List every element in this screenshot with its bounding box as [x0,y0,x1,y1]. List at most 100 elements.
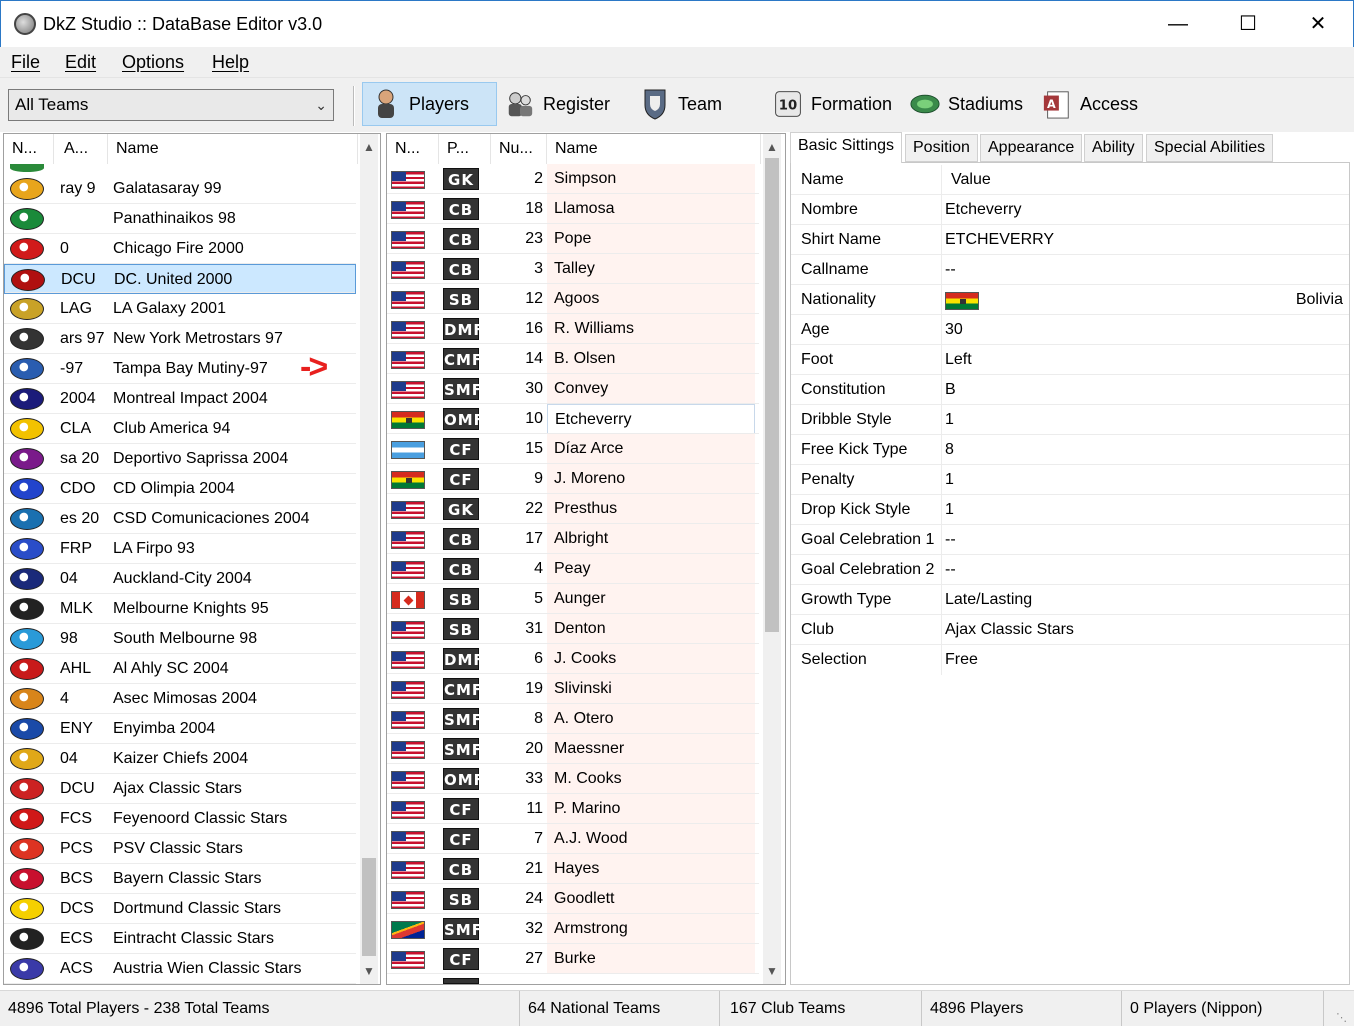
scroll-up-icon[interactable]: ▲ [763,138,781,156]
details-tab[interactable]: Special Abilities [1146,134,1274,162]
detail-row[interactable]: Growth Type Late/Lasting [791,585,1349,615]
scroll-up-icon[interactable]: ▲ [360,138,378,156]
formation-button[interactable]: 10 Formation [765,82,900,126]
player-row[interactable]: SMF 30 Convey [387,374,759,404]
player-row[interactable]: CB 18 Llamosa [387,194,759,224]
details-tab[interactable]: Appearance [980,134,1083,162]
teams-scroll-thumb[interactable] [362,858,376,956]
details-tab[interactable]: Ability [1084,134,1143,162]
team-row[interactable]: 0 Chicago Fire 2000 [4,234,356,264]
player-row[interactable]: OMF 33 M. Cooks [387,764,759,794]
player-row[interactable]: OMF 10 Etcheverry [387,404,759,434]
teams-list[interactable]: N... A... Name ray 9 Galatasaray 99 Panath… [3,133,381,985]
detail-row[interactable]: Callname -- [791,255,1349,285]
detail-row[interactable]: Shirt Name ETCHEVERRY [791,225,1349,255]
players-button[interactable]: Players [362,82,497,126]
teams-col-name[interactable]: Name [108,134,358,164]
details-tab[interactable]: Basic Sittings [790,132,903,163]
player-row[interactable]: CF 15 Díaz Arce [387,434,759,464]
team-row[interactable]: 98 South Melbourne 98 [4,624,356,654]
player-row[interactable]: GK 22 Presthus [387,494,759,524]
team-row[interactable]: ACS Austria Wien Classic Stars [4,954,356,984]
team-row[interactable]: BCS Bayern Classic Stars [4,864,356,894]
player-row[interactable]: CF 7 A.J. Wood [387,824,759,854]
players-scrollbar[interactable]: ▲ ▼ [763,134,781,984]
player-row[interactable]: SB 12 Agoos [387,284,759,314]
team-row[interactable]: CLA Club America 94 [4,414,356,444]
players-col-nation[interactable]: N... [387,134,439,164]
team-row[interactable]: 04 Auckland-City 2004 [4,564,356,594]
player-row[interactable]: DMF 16 R. Williams [387,314,759,344]
menu-edit[interactable]: Edit [65,52,96,73]
players-scroll-thumb[interactable] [765,158,779,632]
team-row[interactable]: LAG LA Galaxy 2001 [4,294,356,324]
player-row[interactable]: CB 17 Albright [387,524,759,554]
team-filter-dropdown[interactable]: All Teams ⌄ [8,89,334,121]
detail-row[interactable]: Club Ajax Classic Stars [791,615,1349,645]
players-col-name[interactable]: Name [547,134,761,164]
player-row[interactable]: CMF 19 Slivinski [387,674,759,704]
team-row[interactable]: 04 Kaizer Chiefs 2004 [4,744,356,774]
player-row[interactable]: SMF 20 Maessner [387,734,759,764]
player-row[interactable]: GK 2 Simpson [387,164,759,194]
minimize-button[interactable]: — [1143,1,1213,47]
team-row[interactable]: FRP LA Firpo 93 [4,534,356,564]
players-col-number[interactable]: Nu... [491,134,547,164]
team-row[interactable]: es 20 CSD Comunicaciones 2004 [4,504,356,534]
access-button[interactable]: A Access [1034,82,1146,126]
detail-row[interactable]: Age 30 [791,315,1349,345]
players-list[interactable]: N... P... Nu... Name GK 2 Simpson CB 18 Llamo… [386,133,786,985]
team-row[interactable]: FCS Feyenoord Classic Stars [4,804,356,834]
details-grid[interactable]: Name Value Nombre Etcheverry Shirt Name ETC… [790,162,1350,985]
detail-row[interactable]: Nationality Bolivia [791,285,1349,315]
register-button[interactable]: Register [497,82,618,126]
player-row[interactable]: CMF 14 B. Olsen [387,344,759,374]
detail-row[interactable]: Constitution B [791,375,1349,405]
menu-options[interactable]: Options [122,52,184,73]
resize-grip-icon[interactable]: ⋱ [1336,1011,1347,1024]
team-row[interactable]: ECS Eintracht Classic Stars [4,924,356,954]
maximize-button[interactable]: ☐ [1213,1,1283,47]
player-row[interactable]: SB 5 Aunger [387,584,759,614]
player-row[interactable]: CB 3 Talley [387,254,759,284]
team-row[interactable]: 4 Asec Mimosas 2004 [4,684,356,714]
player-row[interactable]: CB 4 Peay [387,554,759,584]
player-row[interactable]: SB 24 Goodlett [387,884,759,914]
stadiums-button[interactable]: Stadiums [902,82,1031,126]
detail-row[interactable]: Drop Kick Style 1 [791,495,1349,525]
team-row[interactable]: Panathinaikos 98 [4,204,356,234]
teams-scrollbar[interactable]: ▲ ▼ [360,134,378,984]
team-row[interactable]: DCU DC. United 2000 [4,264,356,294]
detail-row[interactable]: Selection Free [791,645,1349,675]
detail-row[interactable]: Foot Left [791,345,1349,375]
player-row[interactable]: CF 9 J. Moreno [387,464,759,494]
detail-row[interactable]: Free Kick Type 8 [791,435,1349,465]
team-row[interactable]: CDO CD Olimpia 2004 [4,474,356,504]
scroll-down-icon[interactable]: ▼ [763,962,781,980]
team-button[interactable]: Team [632,82,730,126]
team-row[interactable]: ENY Enyimba 2004 [4,714,356,744]
team-row[interactable]: AHL Al Ahly SC 2004 [4,654,356,684]
detail-row[interactable]: Nombre Etcheverry [791,195,1349,225]
player-row[interactable]: SMF 32 Armstrong [387,914,759,944]
team-row[interactable]: ray 9 Galatasaray 99 [4,174,356,204]
player-row[interactable]: SMF 8 A. Otero [387,704,759,734]
player-row[interactable]: DMF 6 J. Cooks [387,644,759,674]
teams-col-nation[interactable]: N... [4,134,54,164]
detail-row[interactable]: Penalty 1 [791,465,1349,495]
team-row[interactable]: PCS PSV Classic Stars [4,834,356,864]
team-row[interactable]: 2004 Montreal Impact 2004 [4,384,356,414]
teams-col-abbr[interactable]: A... [56,134,108,164]
scroll-down-icon[interactable]: ▼ [360,962,378,980]
player-row[interactable]: CF 11 P. Marino [387,794,759,824]
details-tab[interactable]: Position [905,134,978,162]
detail-row[interactable]: Dribble Style 1 [791,405,1349,435]
player-row[interactable]: CB 21 Hayes [387,854,759,884]
player-row[interactable]: CB 23 Pope [387,224,759,254]
team-row[interactable]: sa 20 Deportivo Saprissa 2004 [4,444,356,474]
close-button[interactable]: ✕ [1283,1,1353,47]
player-row[interactable]: SB 31 Denton [387,614,759,644]
menu-help[interactable]: Help [212,52,249,73]
player-row[interactable]: CF 27 Burke [387,944,759,974]
team-row[interactable]: MLK Melbourne Knights 95 [4,594,356,624]
